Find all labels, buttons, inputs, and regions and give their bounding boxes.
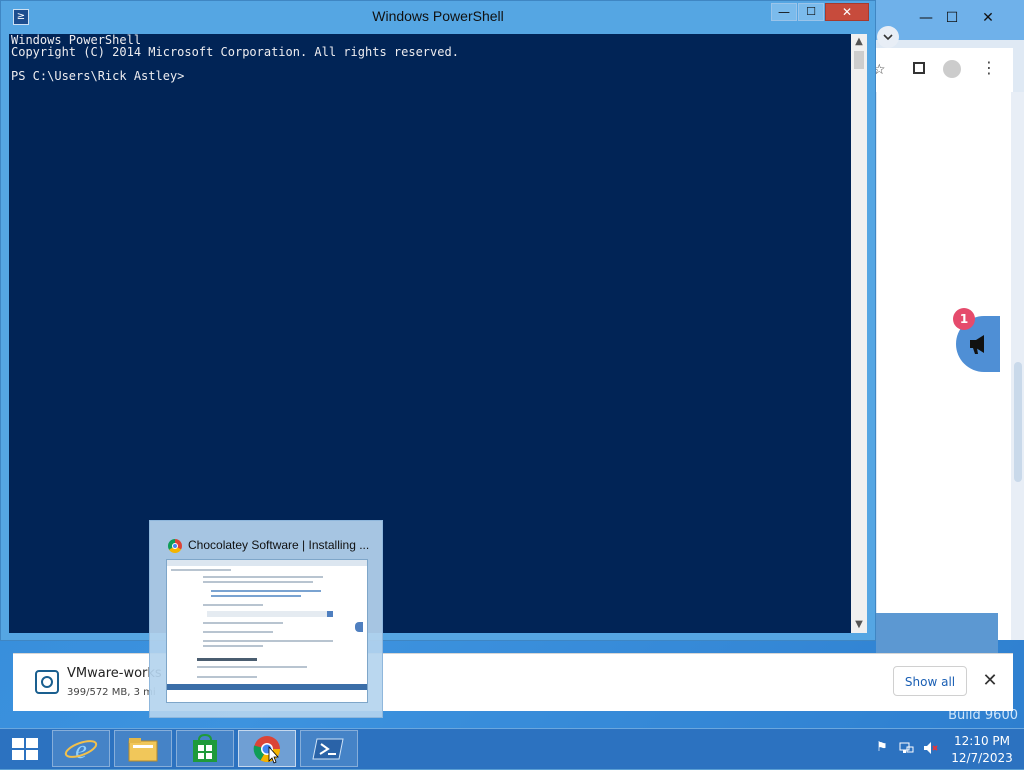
taskbar-store[interactable]	[176, 730, 234, 767]
taskbar-chrome[interactable]	[238, 730, 296, 767]
network-icon[interactable]	[898, 740, 914, 756]
chrome-tab-dropdown[interactable]	[877, 26, 899, 48]
start-button[interactable]	[12, 738, 38, 760]
chrome-icon	[253, 736, 281, 764]
scroll-down-arrow-icon[interactable]: ▼	[851, 617, 867, 633]
chrome-close-button[interactable]: ✕	[975, 8, 1001, 28]
taskbar-internet-explorer[interactable]: e	[52, 730, 110, 767]
notification-badge: 1	[953, 308, 975, 330]
chrome-minimize-button[interactable]: —	[913, 8, 939, 28]
scrollbar-thumb[interactable]	[854, 51, 864, 69]
close-button[interactable]: ✕	[825, 3, 869, 21]
console-line: Copyright (C) 2014 Microsoft Corporation…	[11, 45, 459, 59]
powershell-icon	[312, 738, 344, 760]
clock-date[interactable]: 12/7/2023	[942, 751, 1022, 765]
volume-muted-icon[interactable]	[922, 740, 938, 756]
console-prompt[interactable]: PS C:\Users\Rick Astley>	[11, 70, 849, 82]
chrome-page-banner	[876, 613, 998, 653]
download-file-icon	[35, 670, 59, 694]
scroll-up-arrow-icon[interactable]: ▲	[851, 34, 867, 50]
store-icon	[193, 733, 217, 762]
preview-title: Chocolatey Software | Installing ...	[188, 538, 370, 552]
svg-text:e: e	[75, 735, 87, 764]
more-menu-icon[interactable]: ⋮	[981, 58, 997, 77]
chrome-scrollbar-thumb[interactable]	[1014, 362, 1022, 482]
taskbar: e ⚑ 12:10 PM 12/7/2023	[0, 728, 1024, 769]
chrome-toolbar: ☆ ⋮	[863, 48, 1013, 92]
action-center-flag-icon[interactable]: ⚑	[874, 740, 890, 756]
chrome-icon	[168, 539, 182, 553]
close-download-shelf-button[interactable]: ✕	[979, 668, 1001, 694]
chrome-scrollbar[interactable]	[1011, 92, 1024, 640]
taskbar-file-explorer[interactable]	[114, 730, 172, 767]
folder-icon	[128, 738, 158, 762]
window-title: Windows PowerShell	[372, 8, 504, 24]
download-status: 399/572 MB, 3 mi	[67, 687, 156, 698]
maximize-button[interactable]: ☐	[798, 3, 824, 21]
show-all-button[interactable]: Show all	[893, 666, 967, 696]
side-panel-icon[interactable]	[913, 62, 925, 74]
chevron-down-icon	[883, 34, 893, 41]
chrome-titlebar[interactable]: — ☐ ✕	[863, 0, 1024, 48]
chrome-maximize-button[interactable]: ☐	[939, 8, 965, 28]
profile-avatar-icon[interactable]	[943, 60, 961, 78]
taskbar-powershell[interactable]	[300, 730, 358, 767]
taskbar-thumbnail-preview[interactable]: Chocolatey Software | Installing ...	[149, 520, 383, 718]
windows-logo-icon	[12, 738, 24, 748]
clock-time[interactable]: 12:10 PM	[942, 734, 1022, 748]
powershell-titlebar[interactable]: ≥ Windows PowerShell — ☐ ✕	[1, 1, 875, 33]
internet-explorer-icon: e	[64, 735, 98, 764]
preview-thumbnail-image[interactable]	[166, 559, 368, 703]
powershell-window[interactable]: ≥ Windows PowerShell — ☐ ✕ Windows Power…	[0, 0, 876, 641]
console-scrollbar[interactable]: ▲ ▼	[851, 34, 867, 633]
minimize-button[interactable]: —	[771, 3, 797, 21]
download-file-name[interactable]: VMware-works	[67, 666, 162, 681]
console-output[interactable]: Windows PowerShell Copyright (C) 2014 Mic…	[9, 34, 851, 633]
